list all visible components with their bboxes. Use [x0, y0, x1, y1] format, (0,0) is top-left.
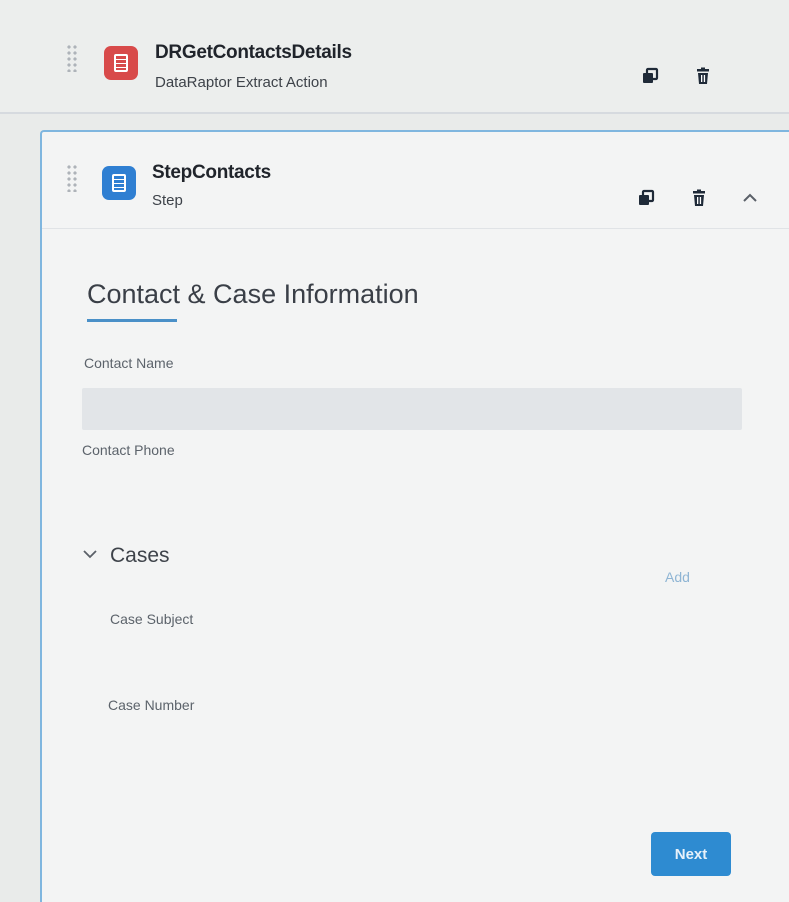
case-subject-label: Case Subject [110, 611, 194, 627]
chevron-down-icon[interactable] [82, 546, 98, 567]
cases-block-header[interactable]: Cases [82, 544, 170, 568]
section-underline [87, 319, 177, 322]
delete-icon[interactable] [689, 188, 709, 208]
section-title: Contact & Case Information [87, 279, 419, 309]
datarapter-icon [104, 46, 138, 80]
step-icon [102, 166, 136, 200]
contact-phone-label: Contact Phone [82, 442, 175, 458]
contact-name-label: Contact Name [84, 355, 174, 371]
cases-block-title: Cases [110, 544, 170, 567]
delete-icon[interactable] [693, 66, 713, 86]
action-type: DataRaptor Extract Action [155, 74, 328, 91]
step-name: StepContacts [152, 162, 271, 183]
clone-icon[interactable] [636, 188, 656, 208]
clone-icon[interactable] [640, 66, 660, 86]
add-case-link[interactable]: Add [665, 569, 690, 585]
datarapter-action-card[interactable]: DRGetContactsDetails DataRaptor Extract … [0, 0, 789, 114]
drag-handle-icon[interactable] [66, 44, 78, 72]
case-number-label: Case Number [108, 697, 195, 713]
next-button[interactable]: Next [651, 832, 731, 876]
step-panel: StepContacts Step Contact & Case Informa… [40, 130, 789, 902]
contact-name-input[interactable] [82, 388, 742, 430]
step-type: Step [152, 192, 183, 209]
step-header[interactable]: StepContacts Step [42, 132, 789, 229]
chevron-up-icon[interactable] [740, 188, 760, 208]
action-name: DRGetContactsDetails [155, 42, 352, 63]
drag-handle-icon[interactable] [66, 164, 78, 192]
